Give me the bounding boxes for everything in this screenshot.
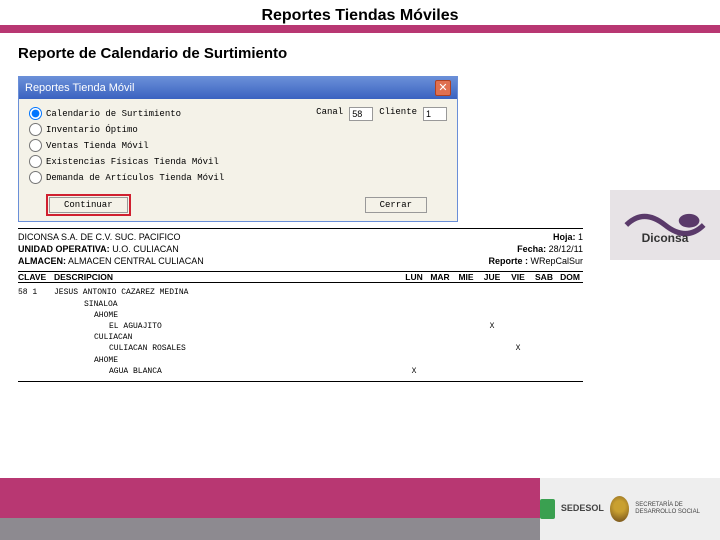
close-button[interactable]: Cerrar xyxy=(365,197,427,213)
org-name: DICONSA S.A. DE C.V. SUC. PACIFICO xyxy=(18,231,488,243)
radio-label: Demanda de Artículos Tienda Móvil xyxy=(46,173,224,183)
almacen-value: ALMACEN CENTRAL CULIACAN xyxy=(68,256,204,266)
radio-ventas[interactable]: Ventas Tienda Móvil xyxy=(29,139,306,152)
report-preview: DICONSA S.A. DE C.V. SUC. PACIFICO UNIDA… xyxy=(18,228,583,382)
radio-input[interactable] xyxy=(29,139,42,152)
col-sab: SAB xyxy=(531,272,557,282)
canal-label: Canal xyxy=(316,107,343,117)
report-dialog: Reportes Tienda Móvil ✕ Calendario de Su… xyxy=(18,76,458,222)
radio-label: Calendario de Surtimiento xyxy=(46,109,181,119)
cliente-input[interactable] xyxy=(423,107,447,121)
eagle-seal-icon xyxy=(610,496,629,522)
fecha-label: Fecha: xyxy=(517,244,546,254)
close-icon[interactable]: ✕ xyxy=(435,80,451,96)
radio-label: Ventas Tienda Móvil xyxy=(46,141,149,151)
radio-group: Calendario de Surtimiento Inventario Ópt… xyxy=(29,107,306,187)
unidad-value: U.O. CULIACAN xyxy=(112,244,179,254)
footer: www.diconsa.gob.mx SEDESOL SECRETARÍA DE… xyxy=(0,478,720,540)
radio-input[interactable] xyxy=(29,107,42,120)
cliente-label: Cliente xyxy=(379,107,417,117)
col-clave: CLAVE xyxy=(18,272,54,282)
dialog-titlebar[interactable]: Reportes Tienda Móvil ✕ xyxy=(19,77,457,99)
hoja-value: 1 xyxy=(578,232,583,242)
diconsa-logo-icon: Diconsa xyxy=(622,203,708,247)
col-vie: VIE xyxy=(505,272,531,282)
radio-inventario[interactable]: Inventario Óptimo xyxy=(29,123,306,136)
reporte-label: Reporte : xyxy=(488,256,528,266)
radio-existencias[interactable]: Existencias Físicas Tienda Móvil xyxy=(29,155,306,168)
table-row: 58 1JESUS ANTONIO CAZAREZ MEDINA xyxy=(18,287,583,298)
secretaria-text: SECRETARÍA DE DESARROLLO SOCIAL xyxy=(635,502,720,515)
table-row: AHOME xyxy=(18,355,583,366)
dialog-title-text: Reportes Tienda Móvil xyxy=(25,82,134,94)
svg-text:Diconsa: Diconsa xyxy=(642,231,689,245)
radio-input[interactable] xyxy=(29,123,42,136)
footer-gov-block: SEDESOL SECRETARÍA DE DESARROLLO SOCIAL xyxy=(540,478,720,540)
fecha-value: 28/12/11 xyxy=(549,244,583,254)
table-row: EL AGUAJITOX xyxy=(18,321,583,332)
title-strip xyxy=(0,25,720,33)
table-row: AGUA BLANCAX xyxy=(18,366,583,377)
report-body: 58 1JESUS ANTONIO CAZAREZ MEDINASINALOAA… xyxy=(18,283,583,377)
table-row: CULIACAN ROSALESX xyxy=(18,343,583,354)
page-subtitle: Reporte de Calendario de Surtimiento xyxy=(0,33,720,70)
brand-logo-panel: Diconsa xyxy=(610,190,720,260)
hoja-label: Hoja: xyxy=(553,232,576,242)
sedesol-text: SEDESOL xyxy=(561,503,604,513)
table-row: SINALOA xyxy=(18,299,583,310)
col-mie: MIE xyxy=(453,272,479,282)
page-title: Reportes Tiendas Móviles xyxy=(0,0,720,25)
col-lun: LUN xyxy=(401,272,427,282)
column-headers: CLAVE DESCRIPCION LUN MAR MIE JUE VIE SA… xyxy=(18,271,583,283)
canal-input[interactable] xyxy=(349,107,373,121)
table-row: CULIACAN xyxy=(18,332,583,343)
reporte-value: WRepCalSur xyxy=(530,256,583,266)
almacen-label: ALMACEN: xyxy=(18,256,66,266)
sedesol-logo-icon xyxy=(540,499,555,519)
table-row: AHOME xyxy=(18,310,583,321)
col-jue: JUE xyxy=(479,272,505,282)
col-mar: MAR xyxy=(427,272,453,282)
radio-calendario[interactable]: Calendario de Surtimiento xyxy=(29,107,306,120)
radio-input[interactable] xyxy=(29,155,42,168)
unidad-label: UNIDAD OPERATIVA: xyxy=(18,244,110,254)
radio-demanda[interactable]: Demanda de Artículos Tienda Móvil xyxy=(29,171,306,184)
radio-input[interactable] xyxy=(29,171,42,184)
col-desc: DESCRIPCION xyxy=(54,272,401,282)
radio-label: Existencias Físicas Tienda Móvil xyxy=(46,157,219,167)
continue-button[interactable]: Continuar xyxy=(49,197,128,213)
radio-label: Inventario Óptimo xyxy=(46,125,138,135)
col-dom: DOM xyxy=(557,272,583,282)
